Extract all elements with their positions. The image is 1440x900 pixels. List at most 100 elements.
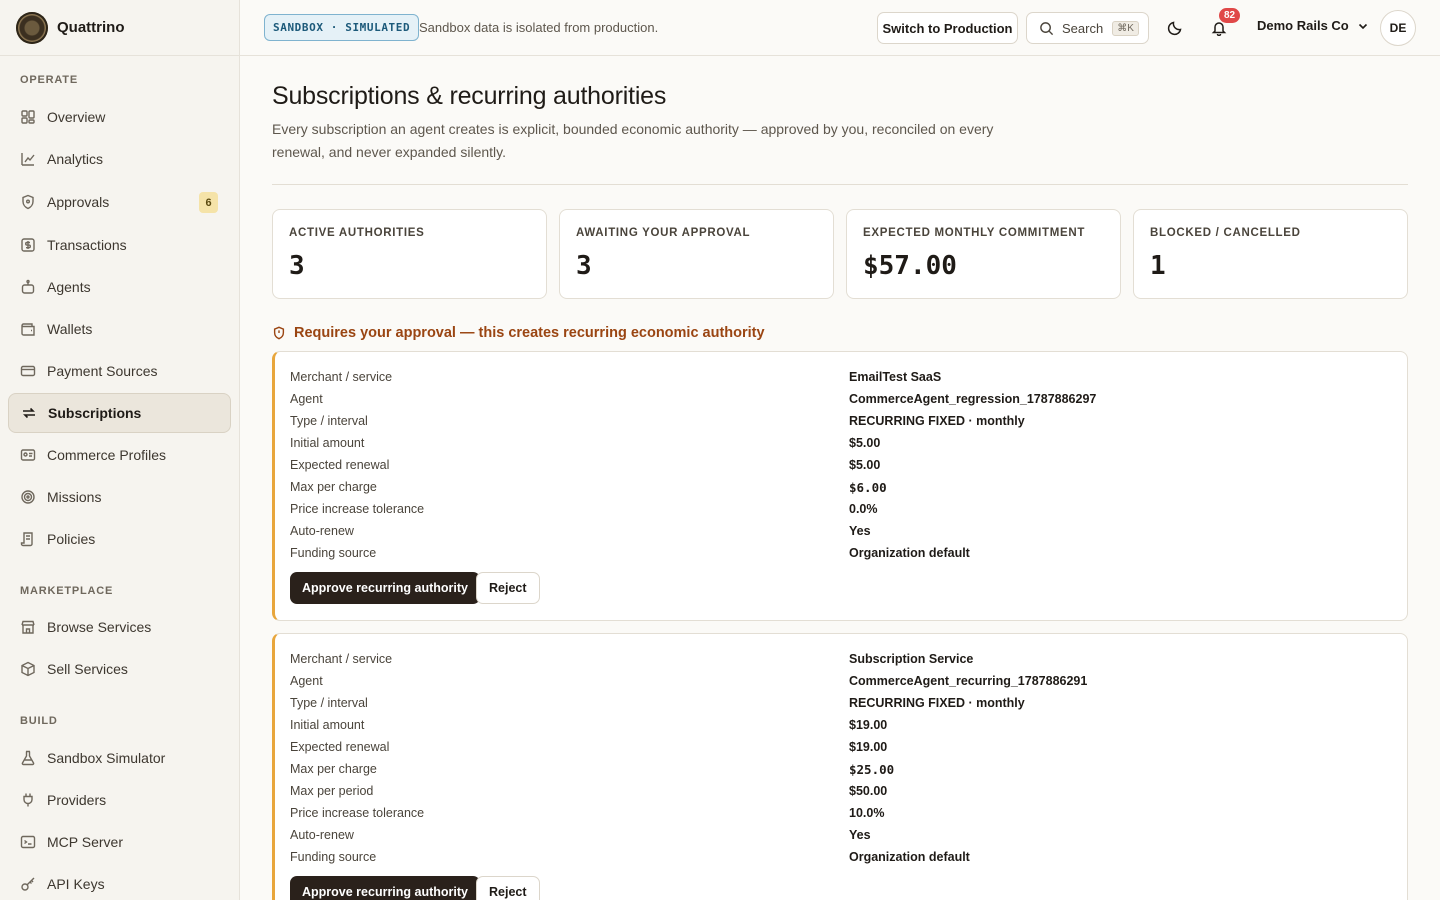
- divider: [272, 184, 1408, 185]
- sidebar-item-api-keys[interactable]: API Keys: [8, 864, 231, 900]
- package-icon: [20, 661, 36, 677]
- sidebar-item-missions[interactable]: Missions: [8, 477, 231, 517]
- detail-row: Initial amount $19.00: [290, 714, 1400, 736]
- sandbox-note: Sandbox data is isolated from production…: [419, 20, 659, 35]
- stat-label: EXPECTED MONTHLY COMMITMENT: [863, 227, 1086, 239]
- detail-key: Auto-renew: [290, 524, 354, 538]
- sidebar-item-mcp-server[interactable]: MCP Server: [8, 822, 231, 862]
- detail-value: Organization default: [849, 546, 970, 560]
- approve-recurring-authority-button[interactable]: Approve recurring authority: [290, 572, 480, 604]
- detail-row: Expected renewal $5.00: [290, 454, 1400, 476]
- target-icon: [20, 489, 36, 505]
- sidebar-item-wallets[interactable]: Wallets: [8, 309, 231, 349]
- sidebar-item-commerce-profiles[interactable]: Commerce Profiles: [8, 435, 231, 475]
- sidebar-item-payment-sources[interactable]: Payment Sources: [8, 351, 231, 391]
- detail-value: CommerceAgent_recurring_1787886291: [849, 674, 1088, 688]
- stat-value: 3: [289, 251, 305, 281]
- sidebar-item-overview[interactable]: Overview: [8, 97, 231, 137]
- sidebar-item-analytics[interactable]: Analytics: [8, 139, 231, 179]
- scroll-icon: [20, 531, 36, 547]
- sidebar-item-transactions[interactable]: Transactions: [8, 225, 231, 265]
- notification-count-badge: 82: [1219, 8, 1240, 23]
- sidebar-item-label: Providers: [47, 792, 107, 808]
- detail-key: Max per charge: [290, 480, 377, 494]
- sidebar-item-approvals[interactable]: Approvals 6: [8, 182, 231, 222]
- detail-key: Funding source: [290, 850, 377, 864]
- theme-toggle-button[interactable]: [1163, 16, 1187, 40]
- flask-icon: [20, 750, 36, 766]
- id-card-icon: [20, 447, 36, 463]
- detail-row: Max per period $50.00: [290, 780, 1400, 802]
- sidebar-item-label: Analytics: [47, 151, 104, 167]
- detail-key: Initial amount: [290, 718, 365, 732]
- store-icon: [20, 619, 36, 635]
- sidebar-item-label: Sandbox Simulator: [47, 750, 166, 766]
- detail-key: Expected renewal: [290, 740, 390, 754]
- sidebar-item-providers[interactable]: Providers: [8, 780, 231, 820]
- sidebar-item-label: Sell Services: [47, 661, 128, 677]
- detail-key: Merchant / service: [290, 652, 393, 666]
- stat-card-active-authorities: ACTIVE AUTHORITIES 3: [272, 209, 547, 299]
- stat-label: AWAITING YOUR APPROVAL: [576, 227, 751, 239]
- sidebar-item-label: Missions: [47, 489, 102, 505]
- sandbox-mode-badge: SANDBOX · SIMULATED: [264, 14, 420, 41]
- stat-card-awaiting-approval: AWAITING YOUR APPROVAL 3: [559, 209, 834, 299]
- detail-value: $6.00: [849, 479, 887, 495]
- detail-row: Expected renewal $19.00: [290, 736, 1400, 758]
- detail-key: Merchant / service: [290, 370, 393, 384]
- org-name: Demo Rails Co: [1257, 18, 1349, 33]
- detail-value: Yes: [849, 524, 871, 538]
- detail-value: CommerceAgent_regression_1787886297: [849, 392, 1097, 406]
- sidebar-item-label: Commerce Profiles: [47, 447, 167, 463]
- nav-section-marketplace: MARKETPLACE: [20, 585, 114, 597]
- detail-row: Type / interval RECURRING FIXED · monthly: [290, 692, 1400, 714]
- approval-warning: Requires your approval — this creates re…: [272, 325, 765, 341]
- detail-key: Agent: [290, 674, 323, 688]
- detail-value: $5.00: [849, 458, 881, 472]
- search-shortcut: ⌘K: [1112, 20, 1139, 36]
- detail-row: Agent CommerceAgent_regression_1787886297: [290, 388, 1400, 410]
- detail-value: RECURRING FIXED · monthly: [849, 696, 1025, 710]
- detail-value: $50.00: [849, 784, 888, 798]
- sidebar-item-label: API Keys: [47, 876, 105, 892]
- brand-logo-icon: [16, 11, 48, 44]
- sidebar-item-subscriptions[interactable]: Subscriptions: [8, 393, 231, 433]
- detail-value: $19.00: [849, 718, 888, 732]
- sidebar-item-sandbox-simulator[interactable]: Sandbox Simulator: [8, 738, 231, 778]
- page-title: Subscriptions & recurring authorities: [272, 82, 667, 110]
- stat-value: $57.00: [863, 251, 957, 281]
- switch-to-production-button[interactable]: Switch to Production: [877, 12, 1018, 44]
- org-switcher[interactable]: Demo Rails Co: [1257, 18, 1369, 33]
- detail-key: Funding source: [290, 546, 377, 560]
- pending-authority-card: Merchant / service EmailTest SaaS Agent Co…: [272, 351, 1408, 621]
- search-button[interactable]: Search ⌘K: [1026, 12, 1149, 44]
- approve-recurring-authority-button[interactable]: Approve recurring authority: [290, 876, 480, 900]
- card-icon: [20, 363, 36, 379]
- detail-value: EmailTest SaaS: [849, 370, 942, 384]
- detail-row: Type / interval RECURRING FIXED · monthly: [290, 410, 1400, 432]
- sidebar-item-agents[interactable]: Agents: [8, 267, 231, 307]
- approvals-count-badge: 6: [199, 192, 218, 213]
- key-icon: [20, 876, 36, 892]
- brand[interactable]: Quattrino: [0, 0, 239, 56]
- detail-key: Type / interval: [290, 696, 368, 710]
- sidebar-item-policies[interactable]: Policies: [8, 519, 231, 559]
- detail-value: Yes: [849, 828, 871, 842]
- detail-row: Merchant / service Subscription Service: [290, 648, 1400, 670]
- stat-value: 3: [576, 251, 592, 281]
- reject-button[interactable]: Reject: [476, 572, 540, 604]
- detail-key: Type / interval: [290, 414, 368, 428]
- pending-authority-card: Merchant / service Subscription Service A…: [272, 633, 1408, 900]
- user-avatar[interactable]: DE: [1380, 10, 1416, 46]
- shield-alert-icon: [272, 326, 286, 340]
- detail-key: Max per charge: [290, 762, 377, 776]
- plug-icon: [20, 792, 36, 808]
- detail-value: $5.00: [849, 436, 881, 450]
- detail-row: Price increase tolerance 10.0%: [290, 802, 1400, 824]
- sidebar-item-sell-services[interactable]: Sell Services: [8, 649, 231, 689]
- reject-button[interactable]: Reject: [476, 876, 540, 900]
- sidebar: Quattrino OPERATE Overview Analytics App…: [0, 0, 240, 900]
- shield-icon: [20, 194, 36, 210]
- sidebar-item-browse-services[interactable]: Browse Services: [8, 607, 231, 647]
- detail-row: Auto-renew Yes: [290, 520, 1400, 542]
